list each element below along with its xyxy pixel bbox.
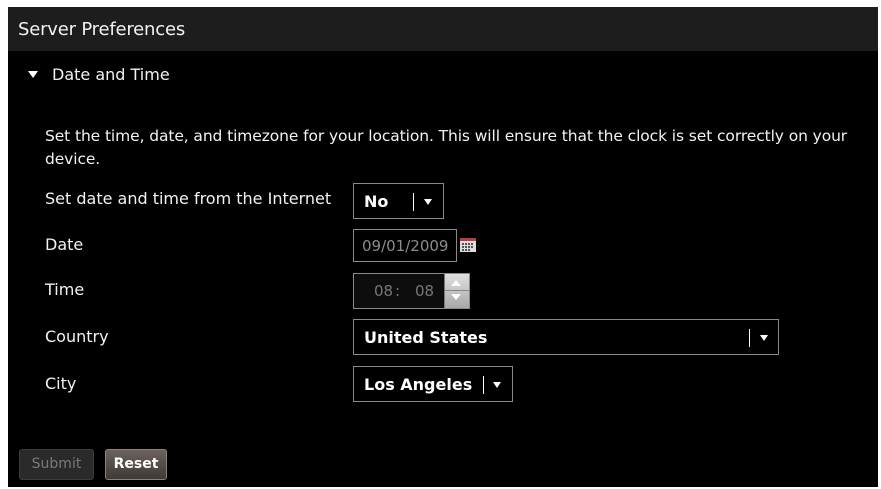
time-label: Time — [45, 280, 85, 299]
country-value: United States — [364, 328, 488, 347]
internet-time-label: Set date and time from the Internet — [45, 189, 332, 208]
internet-time-value: No — [364, 192, 389, 211]
triangle-down-icon — [28, 71, 38, 78]
date-field-box — [353, 229, 457, 262]
section-date-and-time-toggle[interactable]: Date and Time — [28, 65, 170, 87]
spin-up-icon[interactable] — [451, 280, 461, 286]
select-divider — [749, 329, 750, 347]
chevron-down-icon — [760, 335, 768, 341]
reset-button[interactable]: Reset — [105, 449, 167, 480]
time-spinner — [444, 274, 469, 308]
submit-button[interactable]: Submit — [19, 449, 94, 480]
country-label: Country — [45, 327, 109, 346]
spin-down-icon[interactable] — [451, 294, 461, 300]
calendar-icon[interactable] — [460, 238, 476, 252]
time-hour[interactable]: 08 — [374, 282, 393, 300]
date-label: Date — [45, 235, 84, 254]
time-separator: : — [395, 282, 401, 300]
date-input[interactable] — [354, 230, 456, 261]
select-divider — [483, 376, 484, 394]
chevron-down-icon — [493, 382, 501, 388]
page-title: Server Preferences — [18, 19, 186, 40]
time-stepper: 08 : 08 — [353, 273, 470, 309]
chevron-down-icon — [424, 199, 432, 205]
select-divider — [413, 193, 414, 211]
city-value: Los Angeles — [364, 375, 473, 394]
section-description: Set the time, date, and timezone for you… — [45, 127, 848, 168]
internet-time-select[interactable]: No — [353, 183, 444, 219]
spinner-divider — [445, 290, 469, 291]
country-select[interactable]: United States — [353, 319, 779, 355]
time-minute[interactable]: 08 — [415, 282, 434, 300]
section-title: Date and Time — [52, 65, 170, 84]
titlebar: Server Preferences — [8, 7, 878, 51]
server-preferences-panel: Server Preferences Date and Time Set the… — [8, 7, 878, 487]
city-label: City — [45, 374, 77, 393]
city-select[interactable]: Los Angeles — [353, 366, 513, 402]
